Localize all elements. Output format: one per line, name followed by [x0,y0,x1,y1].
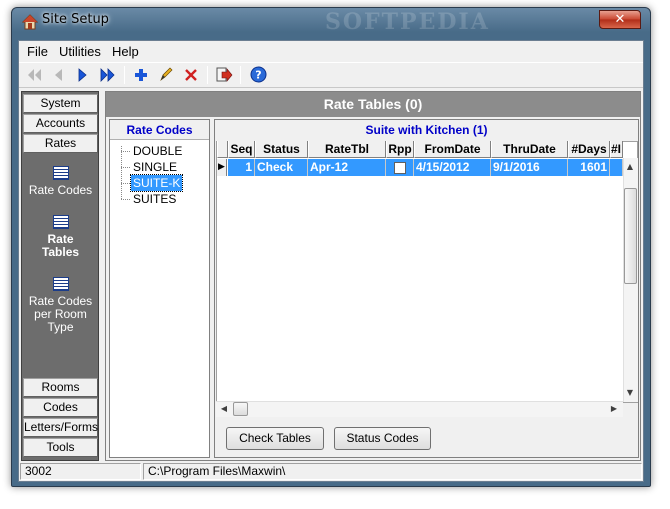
rate-codes-header: Rate Codes [110,120,209,140]
rate-code-item[interactable]: DOUBLE [131,143,184,159]
column-header-fromdate[interactable]: FromDate [414,141,491,158]
panel-title: Rate Tables (0) [106,92,640,117]
column-header-seq[interactable]: Seq [228,141,255,158]
cell-status[interactable]: Check [255,159,308,176]
nav-rate-codes-per-room-type-label: Rate Codes per Room Type [28,294,93,334]
nav-rate-tables-label: Rate Tables [41,232,80,259]
tree-connector [121,151,130,152]
status-code: 3002 [20,463,141,480]
rate-code-item-selected[interactable]: SUITE-K [129,174,184,192]
menu-help[interactable]: Help [109,43,142,61]
table-icon [52,166,69,180]
status-path: C:\Program Files\Maxwin\ [143,463,642,480]
toolbar-separator [124,66,125,84]
nav-letters-forms-button[interactable]: Letters/Forms [23,418,98,437]
cell-more[interactable] [610,159,623,176]
check-tables-button[interactable]: Check Tables [226,427,324,450]
nav-rate-codes-per-room-type[interactable]: Rate Codes per Room Type [22,277,99,334]
scroll-left-icon[interactable]: ◀ [217,402,231,416]
nav-rate-codes[interactable]: Rate Codes [22,166,99,197]
delete-icon[interactable] [183,67,199,83]
previous-record-icon[interactable] [52,67,66,83]
exit-icon[interactable] [215,66,233,84]
scroll-right-icon[interactable]: ▶ [607,402,621,416]
nav-system-button[interactable]: System [23,94,98,113]
nav-rate-codes-label: Rate Codes [28,183,93,197]
tree-connector [121,146,122,200]
scroll-down-icon[interactable]: ▼ [623,386,637,400]
column-header-rpp[interactable]: Rpp [386,141,414,158]
horizontal-scroll-thumb[interactable] [233,402,248,416]
app-house-icon[interactable] [22,14,38,30]
cell-fromdate[interactable]: 4/15/2012 [414,159,491,176]
toolbar-separator [207,66,208,84]
grid-corner [217,141,228,158]
rpp-checkbox[interactable] [394,162,406,174]
current-row-indicator-icon: ▶ [217,159,227,176]
column-header-status[interactable]: Status [255,141,308,158]
horizontal-scrollbar[interactable] [216,401,623,417]
vertical-scroll-thumb[interactable] [624,188,637,284]
nav-accounts-button[interactable]: Accounts [23,114,98,133]
next-record-icon[interactable] [76,67,90,83]
status-codes-button[interactable]: Status Codes [334,427,431,450]
cell-ratetbl[interactable]: Apr-12 [308,159,386,176]
table-icon [52,215,69,229]
cell-seq[interactable]: 1 [228,159,255,176]
tree-connector [121,183,130,184]
nav-rates-button[interactable]: Rates [23,134,98,153]
rate-code-item[interactable]: SUITES [131,191,178,207]
menu-file[interactable]: File [24,43,51,61]
softpedia-watermark: SOFTPEDIA [325,9,490,35]
column-header-ratetbl[interactable]: RateTbl [308,141,386,158]
nav-codes-button[interactable]: Codes [23,398,98,417]
column-header-thrudate[interactable]: ThruDate [491,141,568,158]
last-record-icon[interactable] [99,67,117,83]
tree-connector [121,199,130,200]
menu-utilities[interactable]: Utilities [56,43,104,61]
grid-title: Suite with Kitchen (1) [365,123,488,137]
edit-pencil-icon[interactable] [158,66,174,83]
help-icon[interactable]: ? [250,66,267,83]
nav-tools-button[interactable]: Tools [23,438,98,457]
column-header-more[interactable]: #I [610,141,623,158]
tree-connector [121,167,130,168]
nav-rate-tables[interactable]: Rate Tables [22,215,99,259]
column-header-days[interactable]: #Days [568,141,610,158]
add-icon[interactable] [133,67,149,83]
scroll-up-icon[interactable]: ▲ [623,160,637,174]
svg-text:?: ? [255,69,261,82]
table-icon [52,277,69,291]
toolbar-separator [240,66,241,84]
cell-thrudate[interactable]: 9/1/2016 [491,159,568,176]
cell-days[interactable]: 1601 [568,159,610,176]
rate-tables-grid[interactable] [216,141,638,403]
rate-code-item[interactable]: SINGLE [131,159,179,175]
close-button[interactable]: ✕ [599,10,641,29]
first-record-icon[interactable] [26,67,44,83]
window-title: Site Setup [42,12,109,27]
nav-rooms-button[interactable]: Rooms [23,378,98,397]
